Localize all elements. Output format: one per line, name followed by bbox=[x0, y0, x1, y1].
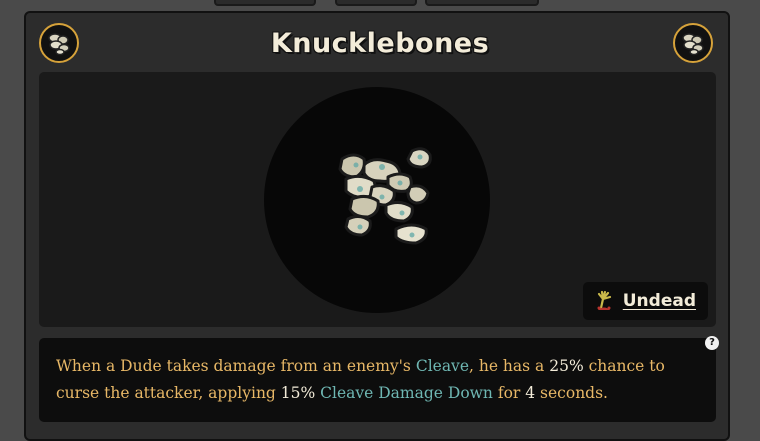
top-tab-3[interactable] bbox=[425, 0, 539, 6]
item-portrait-orb bbox=[264, 87, 490, 313]
desc-number: 15% bbox=[280, 384, 316, 402]
desc-number: 25% bbox=[549, 357, 584, 375]
type-tag[interactable]: Undead bbox=[582, 282, 708, 320]
undead-hand-icon bbox=[597, 290, 611, 310]
knucklebones-icon bbox=[338, 147, 432, 245]
item-description: When a Dude takes damage from an enemy's… bbox=[39, 338, 716, 422]
item-title: Knucklebones bbox=[270, 28, 490, 59]
keyword-link[interactable]: Cleave bbox=[416, 357, 469, 375]
top-tab-2[interactable] bbox=[335, 0, 417, 6]
top-tab-bar bbox=[0, 0, 760, 6]
desc-number: 4 bbox=[525, 384, 536, 402]
desc-text: seconds. bbox=[535, 384, 608, 402]
keyword-link[interactable]: Cleave Damage Down bbox=[320, 384, 493, 402]
desc-text: for bbox=[492, 384, 526, 402]
type-label[interactable]: Undead bbox=[623, 291, 696, 311]
desc-text: , he has a bbox=[469, 357, 550, 375]
item-viewer: Undead bbox=[39, 72, 716, 327]
question-mark-icon[interactable]: ? bbox=[705, 336, 719, 350]
desc-text: When a Dude takes damage from an enemy's bbox=[56, 357, 416, 375]
top-tab-1[interactable] bbox=[214, 0, 316, 6]
